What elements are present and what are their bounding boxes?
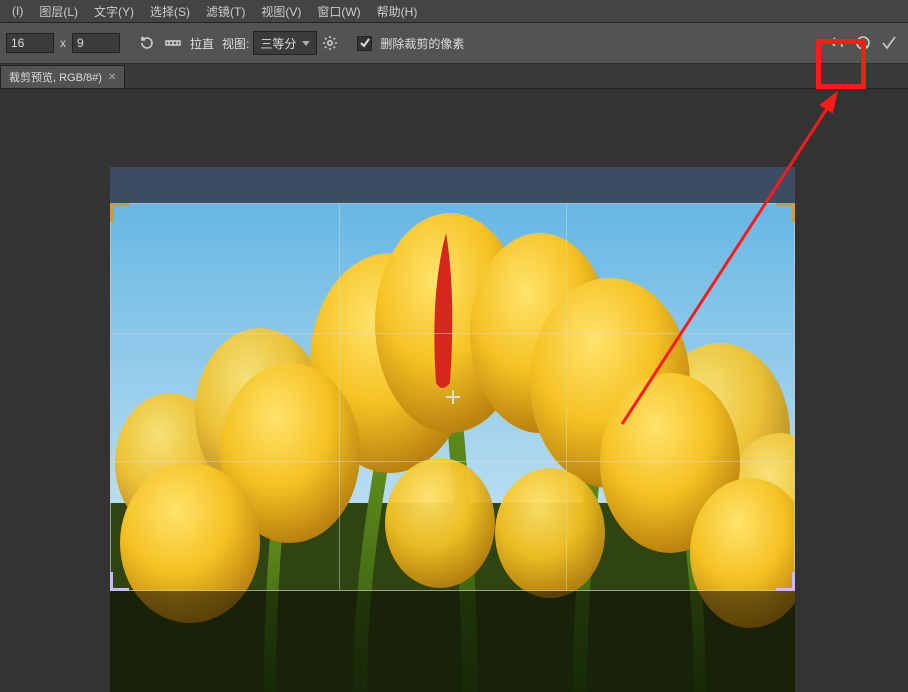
reset-icon[interactable] [136, 32, 158, 54]
crop-rectangle[interactable] [110, 203, 795, 591]
document-tab-bar: 裁剪预览, RGB/8#) ✕ [0, 64, 908, 89]
menu-select[interactable]: 选择(S) [142, 3, 198, 20]
commit-icon[interactable] [878, 32, 900, 54]
menu-image[interactable]: (I) [4, 4, 31, 18]
document-canvas[interactable] [110, 167, 795, 692]
menu-layer[interactable]: 图层(L) [31, 3, 86, 20]
overlay-view-select[interactable]: 三等分 [253, 31, 317, 55]
menu-filter[interactable]: 滤镜(T) [198, 3, 253, 20]
menu-view[interactable]: 视图(V) [253, 3, 309, 20]
delete-pixels-checkbox[interactable] [357, 36, 372, 51]
straighten-label: 拉直 [190, 35, 214, 52]
crop-width-input[interactable] [6, 33, 54, 53]
document-tab[interactable]: 裁剪预览, RGB/8#) ✕ [0, 65, 125, 88]
menu-bar: (I) 图层(L) 文字(Y) 选择(S) 滤镜(T) 视图(V) 窗口(W) … [0, 0, 908, 23]
crop-handle-bl[interactable] [110, 572, 129, 591]
menu-help[interactable]: 帮助(H) [369, 3, 426, 20]
document-tab-title: 裁剪预览, RGB/8#) [9, 69, 102, 85]
delete-pixels-label: 删除裁剪的像素 [380, 35, 464, 52]
grid-line [111, 461, 794, 462]
menu-window[interactable]: 窗口(W) [309, 3, 368, 20]
chevron-down-icon [302, 41, 310, 46]
ratio-x-label: x [60, 36, 66, 50]
crop-height-input[interactable] [72, 33, 120, 53]
grid-line [566, 204, 567, 590]
crop-handle-tr[interactable] [776, 203, 795, 222]
overlay-view-value: 三等分 [260, 35, 296, 52]
crop-center-cursor [446, 390, 460, 404]
crop-options-bar: x 拉直 视图: 三等分 删除裁剪的像素 [0, 23, 908, 64]
grid-line [339, 204, 340, 590]
crop-handle-br[interactable] [776, 572, 795, 591]
canvas-area[interactable] [0, 89, 908, 692]
grid-line [111, 333, 794, 334]
menu-text[interactable]: 文字(Y) [86, 3, 142, 20]
close-icon[interactable]: ✕ [108, 72, 116, 83]
annotation-highlight-box [816, 39, 866, 89]
crop-handle-tl[interactable] [110, 203, 129, 222]
straighten-icon[interactable] [162, 32, 184, 54]
gear-icon[interactable] [319, 32, 341, 54]
crop-shade-bottom [110, 591, 795, 692]
view-label: 视图: [222, 35, 249, 52]
